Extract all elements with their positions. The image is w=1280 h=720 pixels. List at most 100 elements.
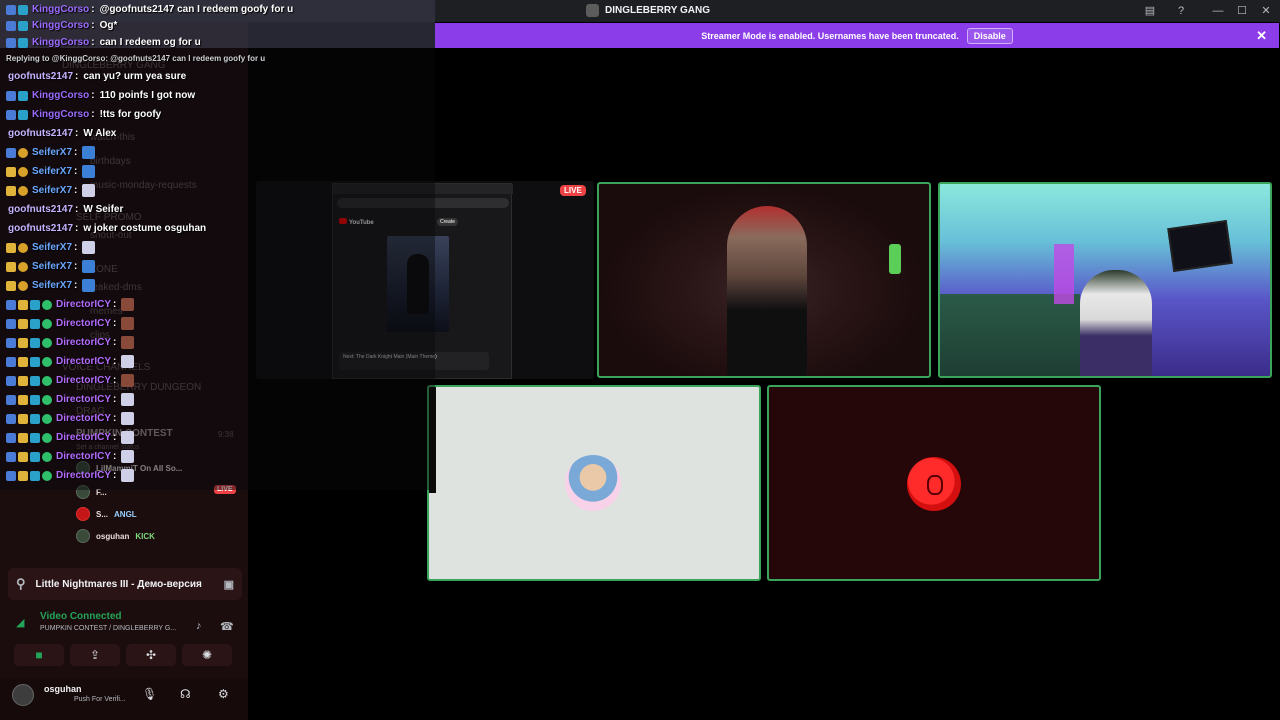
badge-icon — [42, 337, 52, 348]
mic-icon[interactable]: 🎙 — [142, 687, 157, 701]
chat-text: !tts for goofy — [99, 109, 162, 120]
noise-suppression-icon[interactable]: ♪ — [196, 620, 202, 632]
badge-icon — [6, 261, 16, 272]
disable-streamer-button[interactable]: Disable — [966, 27, 1013, 44]
badge-icon — [6, 242, 16, 253]
badge-icon — [6, 470, 16, 481]
badge-icon — [30, 318, 40, 329]
close-banner-icon[interactable]: ✕ — [1256, 28, 1267, 44]
chat-colon: : — [74, 242, 78, 253]
avatar — [76, 507, 90, 521]
inbox-icon[interactable]: ▤ — [1142, 3, 1158, 19]
video-tile-3[interactable] — [427, 385, 761, 581]
badge-icon — [18, 413, 28, 424]
chat-message: SeiferX7: — [6, 181, 96, 200]
chat-colon: : — [75, 71, 79, 82]
emote-icon — [121, 469, 135, 482]
chat-text: 110 poinfs I got now — [99, 90, 196, 101]
chat-colon: : — [113, 432, 117, 443]
chat-username: DirectorICY — [56, 413, 112, 424]
activities-button[interactable]: ✣ — [126, 644, 176, 666]
chat-colon: : — [91, 90, 95, 101]
chat-message: DirectorICY: — [6, 371, 135, 390]
chat-message: SeiferX7: — [6, 276, 96, 295]
call-user-3[interactable]: S... ANGL — [76, 505, 137, 523]
chat-message: DirectorICY: — [6, 390, 135, 409]
chat-username: SeiferX7 — [32, 242, 73, 253]
background-led — [1054, 244, 1074, 304]
chat-message: KinggCorso:110 poinfs I got now — [6, 86, 195, 105]
badge-icon — [18, 337, 28, 348]
chat-message: goofnuts2147: can yu? urm yea sure — [6, 67, 186, 86]
maximize-icon[interactable]: ☐ — [1234, 3, 1250, 19]
youtube-create-button: Create — [437, 218, 459, 226]
chat-message: SeiferX7: — [6, 143, 96, 162]
chat-username: SeiferX7 — [32, 166, 73, 177]
user-status[interactable]: Push For Verifi... — [74, 696, 126, 703]
activity-panel[interactable]: ⚲ Little Nightmares III - Демо-версия ▣ — [8, 568, 242, 600]
signal-icon[interactable]: ◢ — [16, 616, 24, 629]
chat-username: goofnuts2147 — [8, 71, 74, 82]
settings-gear-icon[interactable]: ⚙ — [218, 687, 229, 701]
screen-share-button[interactable]: ⇪ — [70, 644, 120, 666]
emote-icon — [82, 184, 96, 197]
badge-icon — [18, 166, 28, 177]
video-tile-2[interactable] — [938, 182, 1272, 378]
chat-username: KinggCorso — [32, 109, 90, 120]
video-tile-4[interactable] — [767, 385, 1101, 581]
chat-message: DirectorICY: — [6, 447, 135, 466]
badge-icon — [18, 356, 28, 367]
badge-icon — [6, 20, 16, 31]
chat-message: DirectorICY: — [6, 352, 135, 371]
chat-colon: : — [75, 128, 79, 139]
voice-status[interactable]: Video Connected — [40, 611, 122, 622]
emote-icon — [121, 317, 135, 330]
chat-username: KinggCorso — [32, 20, 90, 31]
badge-icon — [6, 432, 16, 443]
headset-icon[interactable]: ☊ — [180, 687, 191, 701]
badge-icon — [30, 299, 40, 310]
badge-icon — [30, 394, 40, 405]
chat-username: SeiferX7 — [32, 185, 73, 196]
voice-channel-name[interactable]: PUMPKIN CONTEST / DINGLEBERRY G... — [40, 625, 176, 632]
badge-icon — [6, 394, 16, 405]
badge-icon — [6, 37, 16, 48]
badge-icon — [18, 37, 28, 48]
badge-icon — [42, 318, 52, 329]
user-name[interactable]: osguhan — [44, 684, 82, 694]
badge-icon — [6, 166, 16, 177]
emote-icon — [121, 336, 135, 349]
badge-icon — [18, 375, 28, 386]
call-user-4[interactable]: osguhan KICK — [76, 527, 155, 545]
badge-icon — [42, 432, 52, 443]
badge-icon — [18, 451, 28, 462]
chat-username: SeiferX7 — [32, 261, 73, 272]
badge-icon — [42, 394, 52, 405]
badge-icon — [18, 261, 28, 272]
close-window-icon[interactable]: ✕ — [1258, 3, 1274, 19]
chat-message: goofnuts2147: W Alex — [6, 124, 116, 143]
controller-icon: ⚲ — [16, 576, 26, 591]
chat-message: KinggCorso: !tts for goofy — [6, 105, 161, 124]
chat-colon: : — [74, 280, 78, 291]
chat-username: SeiferX7 — [32, 147, 73, 158]
chat-username: DirectorICY — [56, 299, 112, 310]
help-icon[interactable]: ? — [1173, 3, 1189, 19]
user-avatar[interactable] — [12, 684, 34, 706]
minimize-icon[interactable]: — — [1210, 3, 1226, 19]
video-tile-1[interactable] — [597, 182, 931, 378]
chat-username: KinggCorso — [32, 37, 90, 48]
chat-colon: : — [74, 185, 78, 196]
badge-icon — [18, 318, 28, 329]
chat-username: KinggCorso — [32, 4, 90, 15]
background-bed — [940, 294, 1080, 376]
badge-icon — [6, 280, 16, 291]
camera-button[interactable]: ■ — [14, 644, 64, 666]
disconnect-icon[interactable]: ☎ — [220, 620, 234, 633]
activity-settings-icon[interactable]: ▣ — [224, 578, 234, 591]
chat-text: Og* — [99, 20, 118, 31]
soundboard-button[interactable]: ✺ — [182, 644, 232, 666]
participant-video — [1080, 270, 1152, 376]
badge-icon — [6, 375, 16, 386]
badge-icon — [42, 299, 52, 310]
